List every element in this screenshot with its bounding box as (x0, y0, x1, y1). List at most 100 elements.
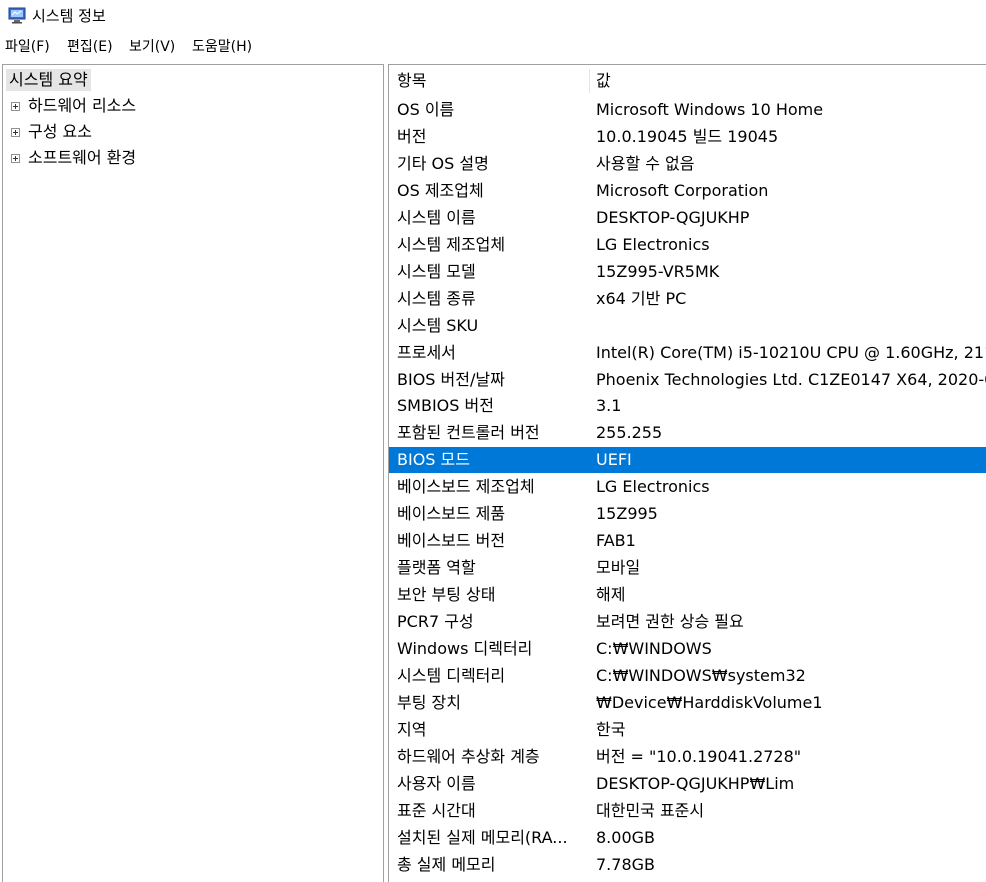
table-row[interactable]: 부팅 장치 ₩Device₩HarddiskVolume1 (389, 690, 986, 716)
row-item-value: 7.78GB (596, 855, 655, 874)
table-row[interactable]: 포함된 컨트롤러 버전 255.255 (389, 420, 986, 446)
column-divider[interactable] (589, 69, 590, 93)
row-item-label: 프로세서 (397, 343, 456, 362)
row-item-value: DESKTOP-QGJUKHP₩Lim (596, 774, 795, 793)
tree-item-system-summary[interactable]: 시스템 요약 (6, 69, 91, 91)
row-item-value: FAB1 (596, 531, 636, 550)
table-row[interactable]: 시스템 이름 DESKTOP-QGJUKHP (389, 205, 986, 231)
row-item-value: x64 기반 PC (596, 289, 687, 308)
row-item-value: Microsoft Windows 10 Home (596, 100, 824, 119)
row-item-value: 15Z995-VR5MK (596, 262, 720, 281)
system-info-window: 시스템 정보 파일(F) 편집(E) 보기(V) 도움말(H) 시스템 요약 하… (0, 0, 986, 882)
row-item-value: LG Electronics (596, 235, 710, 254)
row-item-label: BIOS 모드 (397, 450, 470, 469)
row-item-value: LG Electronics (596, 477, 710, 496)
row-item-label: 시스템 모델 (397, 262, 476, 281)
row-item-label: 시스템 종류 (397, 289, 476, 308)
row-item-label: Windows 디렉터리 (397, 639, 533, 658)
table-row[interactable]: 지역 한국 (389, 717, 986, 743)
expand-plus-icon[interactable] (11, 154, 20, 163)
row-item-label: 시스템 제조업체 (397, 235, 506, 254)
row-item-value: 10.0.19045 빌드 19045 (596, 127, 779, 146)
column-header-item[interactable]: 항목 (397, 65, 426, 97)
details-list[interactable]: 항목 값 OS 이름 Microsoft Windows 10 Home 버전 10.… (388, 64, 986, 882)
table-row[interactable]: 베이스보드 버전 FAB1 (389, 528, 986, 554)
table-row[interactable]: 베이스보드 제품 15Z995 (389, 501, 986, 527)
table-row[interactable]: 표준 시간대 대한민국 표준시 (389, 798, 986, 824)
tree-item-software-environment[interactable]: 소프트웨어 환경 (28, 147, 136, 169)
row-item-value: Phoenix Technologies Ltd. C1ZE0147 X64, … (596, 370, 986, 389)
category-tree[interactable]: 시스템 요약 하드웨어 리소스 구성 요소 소프트웨어 환경 (2, 64, 384, 882)
table-row[interactable]: OS 제조업체 Microsoft Corporation (389, 178, 986, 204)
table-row[interactable]: 시스템 모델 15Z995-VR5MK (389, 259, 986, 285)
table-row[interactable]: PCR7 구성 보려면 권한 상승 필요 (389, 609, 986, 635)
table-row[interactable]: Windows 디렉터리 C:₩WINDOWS (389, 636, 986, 662)
window-title: 시스템 정보 (32, 7, 106, 25)
table-row[interactable]: 시스템 제조업체 LG Electronics (389, 232, 986, 258)
row-item-label: OS 이름 (397, 100, 455, 119)
row-item-label: 기타 OS 설명 (397, 154, 489, 173)
row-item-value: 255.255 (596, 423, 663, 442)
table-row[interactable]: 시스템 SKU (389, 313, 986, 339)
table-row[interactable]: 보안 부팅 상태 해제 (389, 582, 986, 608)
menu-view[interactable]: 보기(V) (127, 37, 177, 57)
row-item-label: 플랫폼 역할 (397, 558, 476, 577)
table-row[interactable]: 버전 10.0.19045 빌드 19045 (389, 124, 986, 150)
row-item-value: C:₩WINDOWS (596, 639, 712, 658)
table-row[interactable]: 설치된 실제 메모리(RA... 8.00GB (389, 825, 986, 851)
row-item-value: 8.00GB (596, 828, 655, 847)
expand-plus-icon[interactable] (11, 128, 20, 137)
row-item-value: 모바일 (596, 558, 641, 577)
row-item-label: 하드웨어 추상화 계층 (397, 747, 540, 766)
row-item-value: 대한민국 표준시 (596, 801, 705, 820)
menu-edit[interactable]: 편집(E) (65, 37, 115, 57)
row-item-value: 한국 (596, 720, 626, 739)
row-item-value: Intel(R) Core(TM) i5-10210U CPU @ 1.60GH… (596, 343, 986, 362)
table-row[interactable]: OS 이름 Microsoft Windows 10 Home (389, 97, 986, 123)
table-row[interactable]: 하드웨어 추상화 계층 버전 = "10.0.19041.2728" (389, 744, 986, 770)
list-header: 항목 값 (389, 65, 986, 97)
row-item-label: 시스템 디렉터리 (397, 666, 506, 685)
table-row[interactable]: 베이스보드 제조업체 LG Electronics (389, 474, 986, 500)
table-row[interactable]: 시스템 종류 x64 기반 PC (389, 286, 986, 312)
table-row[interactable]: SMBIOS 버전 3.1 (389, 393, 986, 419)
table-row[interactable]: BIOS 버전/날짜 Phoenix Technologies Ltd. C1ZE… (389, 367, 986, 393)
row-item-value: UEFI (596, 450, 632, 469)
row-item-value: 3.1 (596, 396, 622, 415)
row-item-label: 베이스보드 제품 (397, 504, 506, 523)
expand-plus-icon[interactable] (11, 102, 20, 111)
table-row[interactable]: BIOS 모드 UEFI (389, 447, 986, 473)
menu-bar: 파일(F) 편집(E) 보기(V) 도움말(H) (0, 35, 986, 59)
row-item-label: 보안 부팅 상태 (397, 585, 496, 604)
title-bar[interactable]: 시스템 정보 (0, 0, 986, 32)
row-item-value: C:₩WINDOWS₩system32 (596, 666, 806, 685)
row-item-value: DESKTOP-QGJUKHP (596, 208, 750, 227)
tree-item-hardware-resources[interactable]: 하드웨어 리소스 (28, 95, 136, 117)
table-row[interactable]: 프로세서 Intel(R) Core(TM) i5-10210U CPU @ 1.… (389, 340, 986, 366)
row-item-label: 부팅 장치 (397, 693, 461, 712)
column-header-value[interactable]: 값 (596, 65, 611, 97)
table-row[interactable]: 사용자 이름 DESKTOP-QGJUKHP₩Lim (389, 771, 986, 797)
row-item-value: 보려면 권한 상승 필요 (596, 612, 744, 631)
row-item-label: 버전 (397, 127, 427, 146)
table-row[interactable]: 시스템 디렉터리 C:₩WINDOWS₩system32 (389, 663, 986, 689)
row-item-label: PCR7 구성 (397, 612, 474, 631)
menu-help[interactable]: 도움말(H) (190, 37, 254, 57)
tree-item-components[interactable]: 구성 요소 (28, 121, 92, 143)
row-item-value: 버전 = "10.0.19041.2728" (596, 747, 802, 766)
row-item-label: 지역 (397, 720, 427, 739)
row-item-value: 사용할 수 없음 (596, 154, 695, 173)
table-row[interactable]: 기타 OS 설명 사용할 수 없음 (389, 151, 986, 177)
row-item-label: 사용자 이름 (397, 774, 476, 793)
row-item-label: 시스템 이름 (397, 208, 476, 227)
row-item-value: ₩Device₩HarddiskVolume1 (596, 693, 823, 712)
table-row[interactable]: 플랫폼 역할 모바일 (389, 555, 986, 581)
menu-file[interactable]: 파일(F) (3, 37, 52, 57)
row-item-label: 베이스보드 제조업체 (397, 477, 535, 496)
row-item-label: OS 제조업체 (397, 181, 484, 200)
row-item-label: BIOS 버전/날짜 (397, 370, 505, 389)
table-row[interactable]: 총 실제 메모리 7.78GB (389, 852, 986, 878)
row-item-label: 총 실제 메모리 (397, 855, 496, 874)
system-info-icon (8, 7, 26, 24)
row-item-label: 설치된 실제 메모리(RA... (397, 828, 568, 847)
